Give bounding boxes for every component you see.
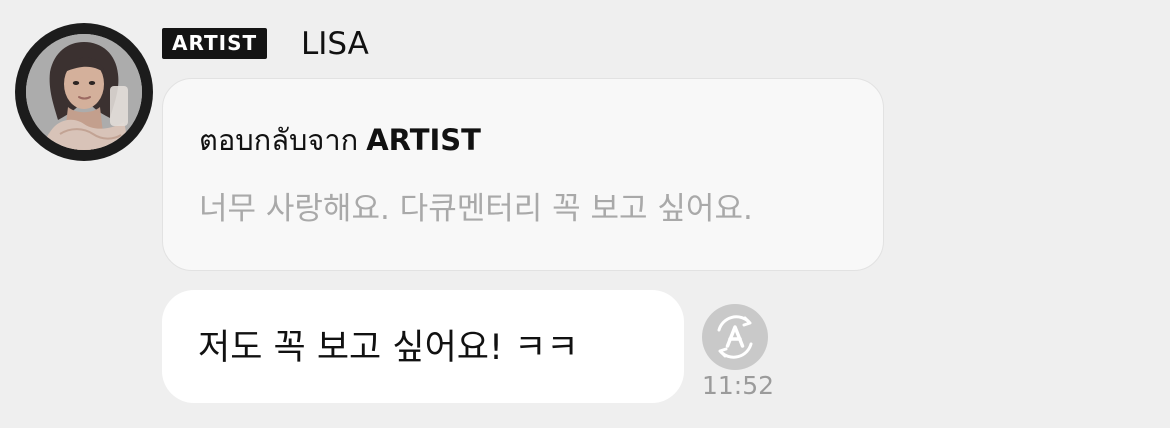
artist-name: LISA [301, 26, 369, 62]
translate-icon [702, 304, 768, 370]
quoted-message: 너무 사랑해요. 다큐멘터리 꼭 보고 싶어요. [199, 191, 753, 227]
reply-header: ตอบกลับจาก ARTIST [199, 121, 481, 159]
message-text: 저도 꼭 보고 싶어요! ㅋㅋ [198, 328, 579, 368]
avatar[interactable] [15, 23, 153, 161]
reply-preview[interactable]: ตอบกลับจาก ARTIST 너무 사랑해요. 다큐멘터리 꼭 보고 싶어요… [162, 78, 884, 271]
artist-badge: ARTIST [162, 28, 268, 59]
reply-target: ARTIST [366, 123, 481, 157]
translate-button[interactable] [701, 303, 769, 371]
reply-prefix: ตอบกลับจาก [199, 123, 359, 157]
message-bubble[interactable]: 저도 꼭 보고 싶어요! ㅋㅋ [162, 290, 684, 403]
message-timestamp: 11:52 [702, 371, 775, 400]
profile-photo [26, 34, 142, 150]
